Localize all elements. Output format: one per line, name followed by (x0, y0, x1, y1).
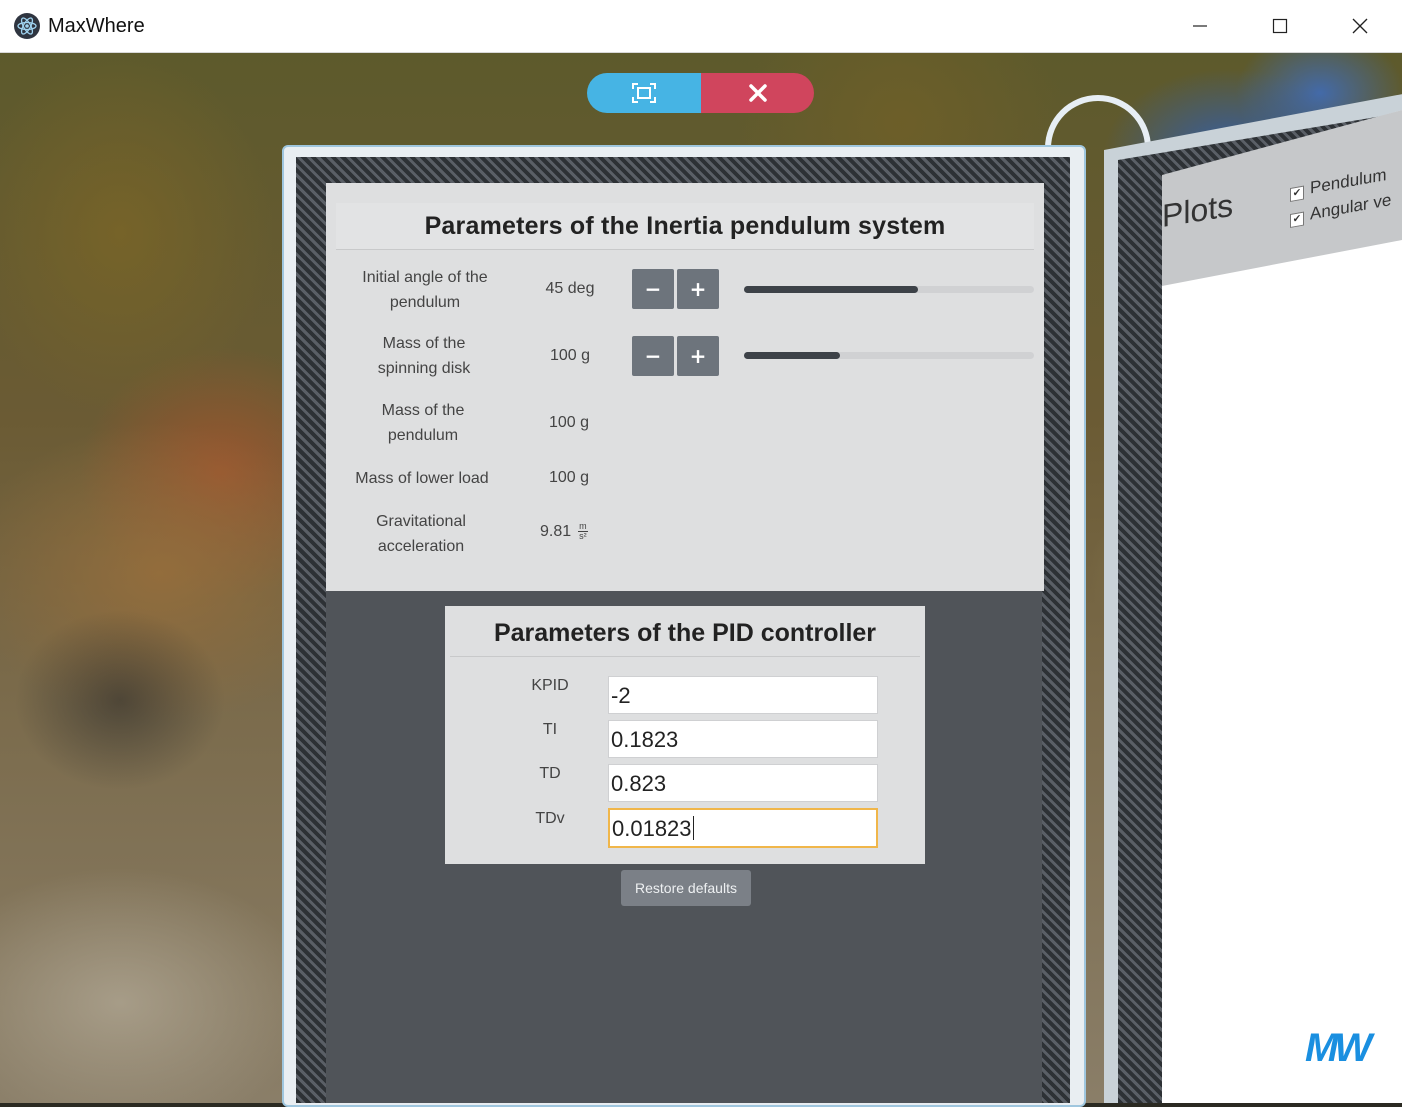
inertia-panel-title: Parameters of the Inertia pendulum syste… (424, 211, 946, 240)
pid-label-td: TD (539, 765, 561, 782)
param-label-line: Mass of lower load (355, 470, 489, 487)
kpid-input[interactable]: -2 (608, 676, 878, 714)
param-label-line: Gravitational (376, 513, 466, 530)
close-icon (1352, 18, 1368, 34)
param-label-line: Mass of the (382, 335, 466, 352)
maximize-button[interactable] (1240, 0, 1320, 52)
unit-denominator: s² (579, 531, 587, 541)
restore-defaults-button[interactable]: Restore defaults (621, 870, 751, 906)
param-value-initial-angle: 45 deg (545, 280, 595, 297)
slider-fill (744, 286, 918, 293)
td-input[interactable]: 0.823 (608, 764, 878, 802)
param-label-line: acceleration (377, 538, 465, 555)
param-label-initial-angle: Initial angle of the pendulum (340, 265, 510, 315)
fit-view-button[interactable] (587, 73, 701, 113)
initial-angle-slider[interactable] (744, 286, 1034, 293)
electron-app-icon (14, 13, 40, 39)
checkbox-icon[interactable]: ✔ (1290, 185, 1304, 202)
param-value-pendulum-mass: 100 g (548, 414, 590, 431)
spinning-disk-slider[interactable] (744, 352, 1034, 359)
ti-input[interactable]: 0.1823 (608, 720, 878, 758)
tdv-input-value: 0.01823 (612, 816, 692, 841)
param-label-line: Mass of the (381, 402, 465, 419)
pid-label-ti: TI (542, 721, 558, 738)
increment-spinning-disk-button[interactable]: + (677, 336, 719, 376)
tdv-input[interactable]: 0.01823 (608, 808, 878, 848)
increment-initial-angle-button[interactable]: + (677, 269, 719, 309)
slider-fill (744, 352, 840, 359)
fit-screen-icon (632, 83, 656, 103)
param-value-gravitational-acceleration: 9.81 m s² (540, 522, 588, 541)
kpid-input-value: -2 (611, 683, 631, 708)
pid-panel-header: Parameters of the PID controller (450, 610, 920, 657)
maximize-icon (1272, 18, 1288, 34)
param-label-line: pendulum (389, 294, 461, 311)
param-label-spinning-disk-mass: Mass of the spinning disk (339, 331, 509, 381)
text-caret (692, 816, 694, 840)
param-value-lower-load-mass: 100 g (548, 469, 590, 486)
minimize-button[interactable] (1160, 0, 1240, 52)
param-value-spinning-disk-mass: 100 g (549, 347, 591, 364)
inertia-panel-header: Parameters of the Inertia pendulum syste… (336, 203, 1034, 250)
param-label-pendulum-mass: Mass of the pendulum (338, 398, 508, 448)
close-board-button[interactable] (701, 73, 814, 113)
param-label-lower-load-mass: Mass of lower load (337, 466, 507, 491)
param-label-line: Initial angle of the (362, 269, 488, 286)
unit-fraction: m s² (578, 522, 588, 541)
param-label-gravitational-acceleration: Gravitational acceleration (336, 509, 506, 559)
window-title: MaxWhere (48, 14, 145, 37)
close-window-button[interactable] (1320, 0, 1400, 52)
close-icon (748, 84, 767, 102)
pid-label-kpid: KPID (531, 677, 569, 694)
minimize-icon (1193, 25, 1207, 27)
pid-label-tdv: TDv (535, 810, 565, 827)
decrement-initial-angle-button[interactable]: − (632, 269, 674, 309)
param-label-line: pendulum (387, 427, 459, 444)
param-label-line: spinning disk (377, 360, 471, 377)
pid-panel-title: Parameters of the PID controller (493, 618, 877, 647)
tree-shadow (0, 560, 270, 840)
decrement-spinning-disk-button[interactable]: − (632, 336, 674, 376)
maxwhere-logo: MW (1305, 1026, 1372, 1070)
title-bar: MaxWhere (0, 0, 1402, 53)
td-input-value: 0.823 (611, 771, 667, 796)
gravity-value: 9.81 (540, 522, 572, 540)
checkbox-icon[interactable]: ✔ (1290, 211, 1304, 228)
ti-input-value: 0.1823 (611, 727, 679, 752)
